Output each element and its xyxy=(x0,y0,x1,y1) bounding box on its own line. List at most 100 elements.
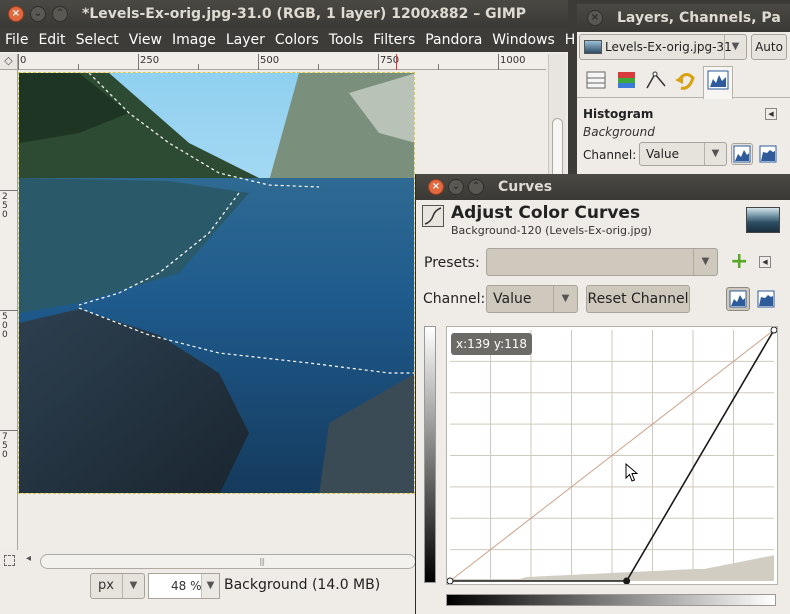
vertical-ruler[interactable]: 2 5 0 5 0 0 7 5 0 xyxy=(0,70,18,550)
ruler-label: 5 0 0 xyxy=(2,312,8,340)
chevron-down-icon: ▼ xyxy=(693,249,717,275)
maximize-window-icon[interactable]: ⌃ xyxy=(52,6,68,22)
curve-control-point[interactable] xyxy=(623,577,631,585)
image-canvas[interactable] xyxy=(18,72,415,494)
chevron-down-icon: ▼ xyxy=(704,143,726,165)
layer-info: Background (14.0 MB) xyxy=(224,577,381,593)
chevron-down-icon: ▼ xyxy=(553,286,577,312)
tab-undo-history[interactable] xyxy=(671,68,701,96)
menu-pandora[interactable]: Pandora xyxy=(420,28,487,52)
output-gradient-bar xyxy=(446,594,776,606)
histogram-icon xyxy=(707,70,729,90)
ruler-label: 7 5 0 xyxy=(2,432,8,460)
histogram-channel-selector[interactable]: Value ▼ xyxy=(639,142,727,166)
pointer-cursor-icon xyxy=(625,463,639,482)
menu-image[interactable]: Image xyxy=(167,28,221,52)
linear-histogram-icon xyxy=(733,145,751,163)
dock-tabs xyxy=(577,66,790,99)
menu-layer[interactable]: Layer xyxy=(221,28,270,52)
horizontal-ruler[interactable]: 0 250 500 750 1000 xyxy=(18,54,546,70)
log-histogram-icon xyxy=(757,290,775,308)
channel-value: Value xyxy=(493,291,532,307)
close-window-icon[interactable]: × xyxy=(587,10,603,26)
presets-selector[interactable]: ▼ xyxy=(486,248,718,276)
curves-window-title: Curves xyxy=(498,179,553,195)
channel-label: Channel: xyxy=(423,291,486,307)
tab-layers[interactable] xyxy=(581,68,611,96)
linear-histogram-icon xyxy=(729,290,747,308)
histogram-channel-value: Value xyxy=(646,147,679,161)
menu-file[interactable]: File xyxy=(0,28,33,52)
channels-icon xyxy=(618,72,635,88)
menubar: File Edit Select View Image Layer Colors… xyxy=(0,28,597,52)
preset-menu-icon[interactable]: ◀ xyxy=(759,256,771,268)
window-title: *Levels-Ex-orig.jpg-31.0 (RGB, 1 layer) … xyxy=(82,6,527,22)
ruler-label: 1000 xyxy=(500,55,526,66)
horizontal-scrollbar[interactable]: ||| xyxy=(40,554,416,569)
menu-filters[interactable]: Filters xyxy=(368,28,420,52)
close-window-icon[interactable]: × xyxy=(8,6,24,22)
curves-heading: Adjust Color Curves xyxy=(451,203,641,223)
curves-titlebar[interactable]: × ⌄ ⌃ Curves xyxy=(416,174,790,200)
tab-channels[interactable] xyxy=(611,68,641,96)
curve-graph[interactable]: x:139 y:118 xyxy=(446,326,778,585)
minimize-window-icon[interactable]: ⌄ xyxy=(30,6,46,22)
tab-histogram[interactable] xyxy=(703,66,733,99)
image-selector[interactable]: Levels-Ex-orig.jpg-31 ▼ xyxy=(579,34,747,60)
log-histogram-button[interactable] xyxy=(754,287,778,311)
log-histogram-icon xyxy=(759,145,777,163)
histogram-channel-label: Channel: xyxy=(583,148,637,162)
chevron-down-icon: ▼ xyxy=(201,574,219,598)
curves-tool-icon xyxy=(422,205,444,227)
close-window-icon[interactable]: × xyxy=(428,179,444,195)
scroll-grip-icon: ||| xyxy=(259,557,265,566)
linear-histogram-button[interactable] xyxy=(726,287,750,311)
scroll-left-icon[interactable]: ◂ xyxy=(26,553,31,564)
menu-edit[interactable]: Edit xyxy=(33,28,70,52)
menu-colors[interactable]: Colors xyxy=(270,28,324,52)
menu-select[interactable]: Select xyxy=(71,28,124,52)
unit-selector[interactable]: px ▼ xyxy=(90,573,145,599)
menu-view[interactable]: View xyxy=(124,28,167,52)
curve-control-point[interactable] xyxy=(446,577,454,585)
ruler-label: 500 xyxy=(260,55,280,66)
input-gradient-bar xyxy=(424,326,436,583)
curve-plot[interactable] xyxy=(446,326,778,585)
paths-icon xyxy=(646,71,666,89)
channel-selector[interactable]: Value ▼ xyxy=(486,285,578,313)
histogram-layer: Background xyxy=(583,125,655,139)
undo-icon xyxy=(675,73,695,90)
menu-windows[interactable]: Windows xyxy=(487,28,560,52)
auto-button[interactable]: Auto xyxy=(751,34,787,60)
dock-titlebar[interactable]: × Layers, Channels, Pa xyxy=(577,4,790,32)
presets-label: Presets: xyxy=(424,255,480,271)
zoom-selector[interactable]: 48 % ▼ xyxy=(148,573,220,599)
chevron-down-icon: ▼ xyxy=(724,35,746,59)
drawable-preview-thumbnail xyxy=(746,207,780,233)
image-selector-value: Levels-Ex-orig.jpg-31 xyxy=(605,40,732,54)
dock-menu-icon[interactable]: ◀ xyxy=(765,108,777,120)
add-preset-icon[interactable]: + xyxy=(730,251,748,273)
reset-channel-button[interactable]: Reset Channel xyxy=(586,285,690,313)
navigate-icon[interactable] xyxy=(4,555,15,566)
tab-paths[interactable] xyxy=(641,68,671,96)
quick-mask-toggle[interactable]: ◇ xyxy=(0,54,18,70)
curves-dialog: × ⌄ ⌃ Curves Adjust Color Curves Backgro… xyxy=(415,174,790,614)
ruler-label: 0 xyxy=(20,55,27,66)
layers-icon xyxy=(586,71,606,89)
curve-control-point[interactable] xyxy=(770,326,778,334)
ruler-label: 2 5 0 xyxy=(2,192,8,220)
coordinate-readout: x:139 y:118 xyxy=(451,333,533,355)
curves-subheading: Background-120 (Levels-Ex-orig.jpg) xyxy=(451,224,652,237)
layers-dock: × Layers, Channels, Pa Levels-Ex-orig.jp… xyxy=(576,4,790,179)
image-thumbnail xyxy=(584,40,602,54)
ruler-label: 250 xyxy=(140,55,160,66)
lake-photo xyxy=(19,73,414,493)
minimize-window-icon[interactable]: ⌄ xyxy=(448,179,464,195)
menu-tools[interactable]: Tools xyxy=(324,28,369,52)
histogram-title: Histogram xyxy=(583,107,654,121)
main-titlebar[interactable]: × ⌄ ⌃ *Levels-Ex-orig.jpg-31.0 (RGB, 1 l… xyxy=(0,0,568,28)
log-histogram-button[interactable] xyxy=(757,143,779,165)
maximize-window-icon[interactable]: ⌃ xyxy=(468,179,484,195)
linear-histogram-button[interactable] xyxy=(731,143,753,165)
